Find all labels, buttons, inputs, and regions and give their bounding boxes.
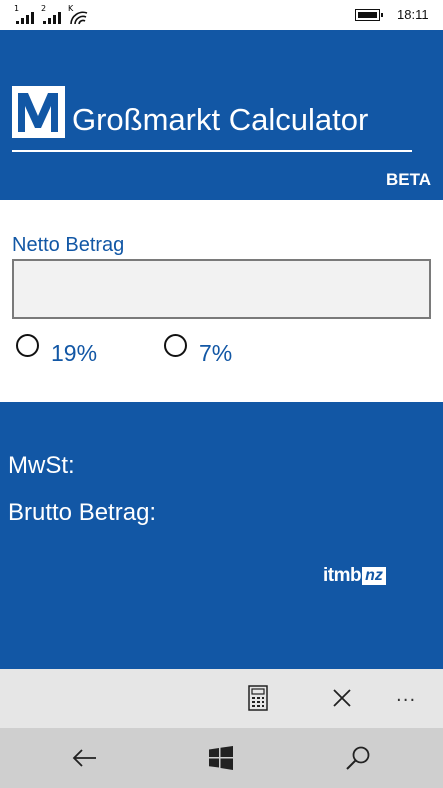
start-button[interactable] [205,742,237,774]
status-bar: 1 2 K 18:11 [0,0,443,30]
signal-bars [43,12,61,24]
netto-label: Netto Betrag [12,234,125,256]
app-bar: ... [0,669,443,728]
title-divider [12,150,412,152]
beta-badge: BETA [385,170,431,189]
back-button[interactable] [68,742,100,774]
itmbnz-logo: itmb nz [323,564,386,588]
search-icon [346,746,370,770]
mwst-label: MwSt: [8,452,75,479]
radio-circle[interactable] [164,334,187,357]
brutto-label: Brutto Betrag: [8,499,157,526]
back-arrow-icon [72,749,96,767]
search-button[interactable] [342,742,374,774]
brand-text: itmb [323,565,362,586]
netto-input[interactable] [12,259,431,319]
vat-19-label[interactable]: 19% [51,340,97,367]
close-icon [333,689,351,707]
app-title: Großmarkt Calculator [72,102,369,137]
more-button[interactable]: ... [396,685,416,706]
battery-level [358,12,377,18]
vat-7-label[interactable]: 7% [199,340,232,367]
battery-icon [355,9,383,21]
radio-circle[interactable] [16,334,39,357]
app-header: Großmarkt Calculator BETA [0,30,443,200]
clear-button[interactable] [325,681,359,715]
wifi-arcs [70,11,88,25]
clock: 18:11 [397,7,429,22]
brand-badge: nz [362,567,386,585]
calculator-icon [248,685,268,711]
nav-bar [0,728,443,788]
signal-bars [16,12,34,24]
results-panel: MwSt: Brutto Betrag: itmb nz [0,402,443,669]
calculator-button[interactable] [241,681,275,715]
m-logo-icon [12,86,65,138]
windows-icon [209,746,233,770]
